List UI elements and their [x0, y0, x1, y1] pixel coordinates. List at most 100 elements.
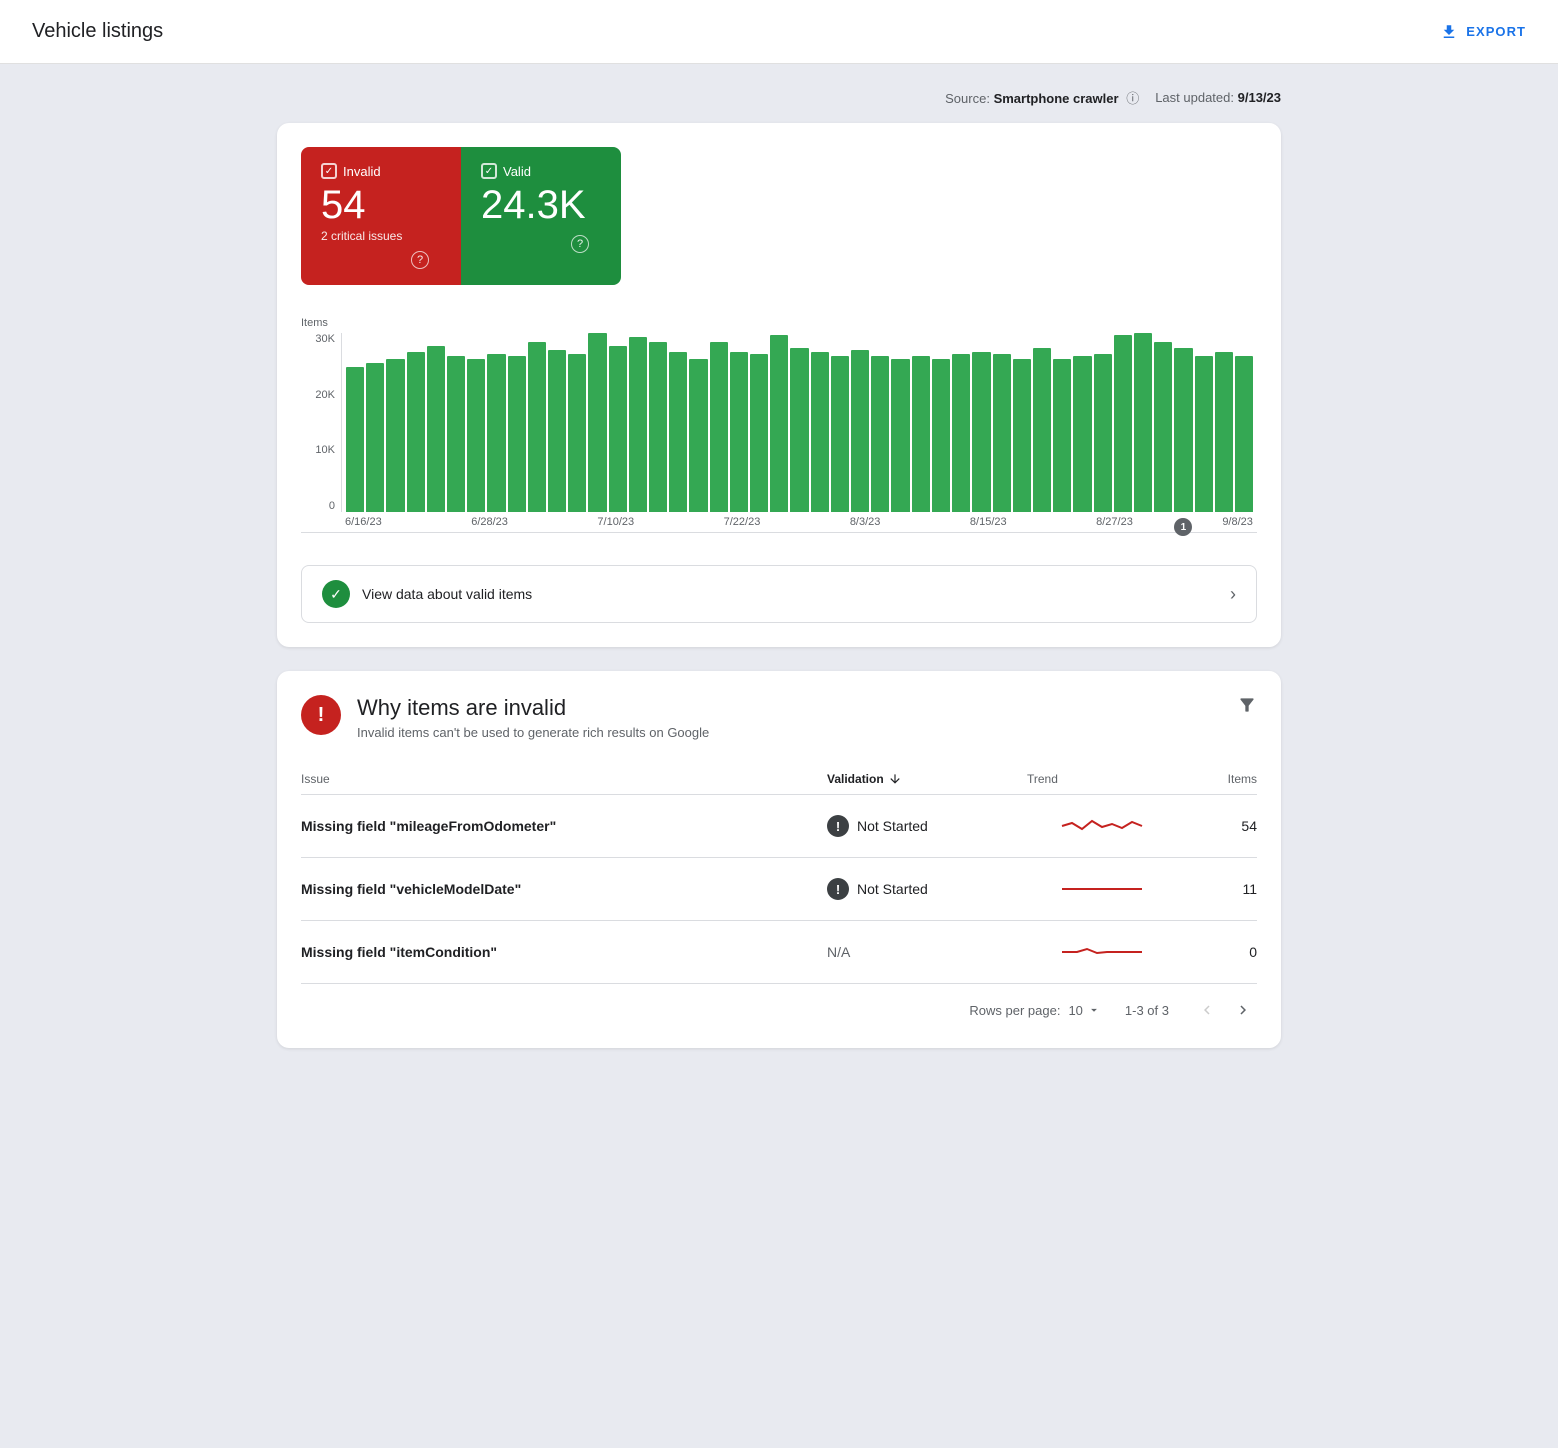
bar-2 [386, 359, 404, 512]
bar-24 [831, 356, 849, 512]
bar-40 [1154, 342, 1172, 512]
bar-22 [790, 348, 808, 512]
next-page-button[interactable] [1229, 996, 1257, 1024]
bar-15 [649, 342, 667, 512]
bar-37 [1094, 354, 1112, 512]
not-started-icon-2: ! [827, 878, 849, 900]
invalid-header-text: Why items are invalid Invalid items can'… [357, 695, 709, 740]
page-title: Vehicle listings [32, 20, 163, 43]
valid-tile[interactable]: ✓ Valid 24.3K ? [461, 147, 621, 285]
valid-count: 24.3K [481, 183, 589, 227]
bar-11 [568, 354, 586, 512]
invalid-sub: 2 critical issues [321, 229, 429, 243]
chart-y-axis: 30K 20K 10K 0 [301, 333, 341, 512]
bar-16 [669, 352, 687, 512]
valid-link-left: ✓ View data about valid items [322, 580, 532, 608]
bar-4 [427, 346, 445, 512]
invalid-help-icon[interactable]: ? [411, 251, 429, 269]
col-validation[interactable]: Validation [827, 772, 1027, 786]
bar-31 [972, 352, 990, 512]
table-row[interactable]: Missing field "mileageFromOdometer" ! No… [301, 795, 1257, 858]
bar-7 [487, 354, 505, 512]
bar-44 [1235, 356, 1253, 512]
invalid-count: 54 [321, 183, 429, 227]
bar-14 [629, 337, 647, 512]
rows-per-page-select[interactable]: 10 [1068, 1003, 1100, 1018]
page-content: Source: Smartphone crawler ⓘ Last update… [229, 64, 1329, 1072]
bar-25 [851, 350, 869, 512]
bar-12 [588, 333, 606, 512]
bar-30 [952, 354, 970, 512]
bar-21 [770, 335, 788, 512]
bar-20 [750, 354, 768, 512]
source-bar: Source: Smartphone crawler ⓘ Last update… [277, 88, 1281, 107]
bar-0 [346, 367, 364, 512]
table-row[interactable]: Missing field "itemCondition" N/A 0 [301, 921, 1257, 984]
invalid-section-subtitle: Invalid items can't be used to generate … [357, 725, 709, 740]
chart-area: Items 30K 20K 10K 0 6/16/23 6/28/23 7/10… [301, 309, 1257, 541]
chart-bars [341, 333, 1257, 512]
bar-42 [1195, 356, 1213, 512]
invalid-tile-label: ✓ Invalid [321, 163, 429, 179]
filter-icon[interactable] [1237, 695, 1257, 720]
bar-33 [1013, 359, 1031, 512]
items-count-1: 54 [1177, 818, 1257, 834]
issue-name-1: Missing field "mileageFromOdometer" [301, 818, 827, 834]
items-count-2: 11 [1177, 881, 1257, 897]
sort-icon [888, 772, 902, 786]
valid-items-link[interactable]: ✓ View data about valid items › [301, 565, 1257, 623]
trend-svg-2 [1027, 874, 1177, 904]
source-label: Source: Smartphone crawler ⓘ [945, 88, 1139, 107]
chevron-right-icon: › [1230, 584, 1236, 605]
bar-13 [609, 346, 627, 512]
trend-cell-1 [1027, 811, 1177, 841]
trend-svg-1 [1027, 811, 1177, 841]
invalid-check-icon: ✓ [321, 163, 337, 179]
bar-39 [1134, 333, 1152, 512]
source-help-icon[interactable]: ⓘ [1126, 91, 1139, 106]
bar-23 [811, 352, 829, 512]
bar-26 [871, 356, 889, 512]
bar-5 [447, 356, 465, 512]
validation-cell-2: ! Not Started [827, 878, 1027, 900]
col-issue: Issue [301, 772, 827, 786]
chart-container: 30K 20K 10K 0 6/16/23 6/28/23 7/10/23 7/… [301, 333, 1257, 533]
col-trend: Trend [1027, 772, 1177, 786]
bar-10 [548, 350, 566, 512]
bar-34 [1033, 348, 1051, 512]
invalid-header: ! Why items are invalid Invalid items ca… [301, 695, 1257, 740]
bar-1 [366, 363, 384, 512]
not-started-icon-1: ! [827, 815, 849, 837]
col-items: Items [1177, 772, 1257, 786]
valid-help-icon[interactable]: ? [571, 235, 589, 253]
rows-per-page: Rows per page: 10 [969, 1003, 1101, 1018]
prev-page-button[interactable] [1193, 996, 1221, 1024]
bar-17 [689, 359, 707, 512]
bar-8 [508, 356, 526, 512]
table-footer: Rows per page: 10 1-3 of 3 [301, 984, 1257, 1024]
pagination [1193, 996, 1257, 1024]
bar-32 [993, 354, 1011, 512]
issue-name-2: Missing field "vehicleModelDate" [301, 881, 827, 897]
table-row[interactable]: Missing field "vehicleModelDate" ! Not S… [301, 858, 1257, 921]
bar-35 [1053, 359, 1071, 512]
bar-43 [1215, 352, 1233, 512]
items-count-3: 0 [1177, 944, 1257, 960]
export-icon [1440, 23, 1458, 41]
last-updated: Last updated: 9/13/23 [1155, 90, 1281, 105]
valid-check-icon: ✓ [481, 163, 497, 179]
valid-tile-label: ✓ Valid [481, 163, 589, 179]
bar-6 [467, 359, 485, 512]
chart-y-label: Items [301, 317, 1257, 329]
export-button[interactable]: EXPORT [1440, 23, 1526, 41]
validation-cell-3: N/A [827, 944, 1027, 960]
bar-29 [932, 359, 950, 512]
main-card: ✓ Invalid 54 2 critical issues ? ✓ Valid… [277, 123, 1281, 647]
rows-dropdown-icon [1087, 1003, 1101, 1017]
valid-check-circle: ✓ [322, 580, 350, 608]
bar-3 [407, 352, 425, 512]
status-tiles: ✓ Invalid 54 2 critical issues ? ✓ Valid… [301, 147, 621, 285]
invalid-tile[interactable]: ✓ Invalid 54 2 critical issues ? [301, 147, 461, 285]
invalid-header-left: ! Why items are invalid Invalid items ca… [301, 695, 709, 740]
bar-41 [1174, 348, 1192, 512]
